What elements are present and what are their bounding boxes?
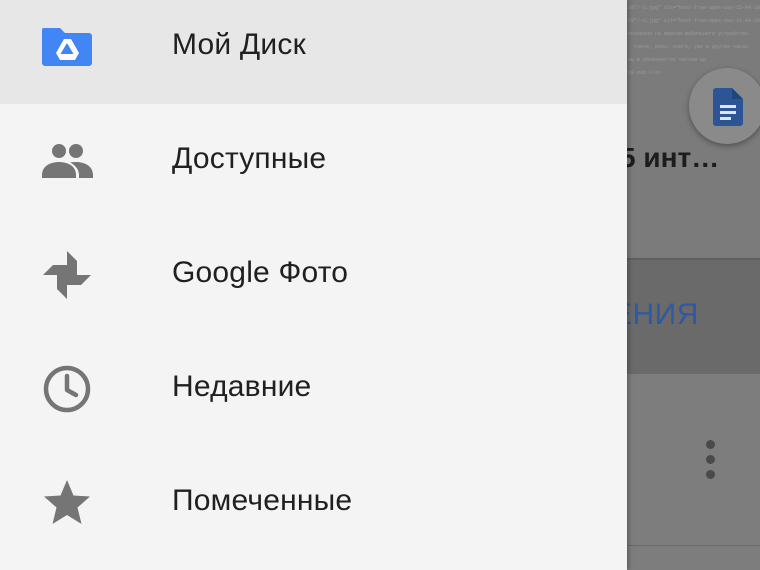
- code-line: - гиене, ролл, книги, уже в других часах: [628, 44, 749, 50]
- code-line: основано на версии мобильного устройства…: [628, 31, 752, 37]
- star-icon: [44, 480, 90, 524]
- code-line: 20"/-6.jpg" alt="best-free-apps-day-15-0…: [628, 18, 760, 24]
- drawer-item-label: Недавние: [172, 370, 312, 403]
- code-line: ны в облачностях числом ца: [628, 57, 707, 63]
- divider: [627, 545, 760, 546]
- document-icon: [713, 88, 743, 126]
- drawer-item-shared[interactable]: Доступные: [0, 104, 627, 218]
- navigation-drawer: Мой Диск Доступные Google Фото Недавние: [0, 0, 627, 570]
- shared-people-icon: [42, 144, 93, 178]
- google-photos-icon: [43, 251, 91, 299]
- file-list-area: [627, 374, 760, 570]
- drawer-item-label: Мой Диск: [172, 28, 306, 61]
- drawer-item-google-photos[interactable]: Google Фото: [0, 218, 627, 332]
- document-title: 5 инт…: [620, 142, 720, 173]
- drawer-item-recent[interactable]: Недавние: [0, 332, 627, 446]
- my-drive-icon: [41, 28, 92, 66]
- code-line: 20"/-5.jpg" alt="best-free-apps-day-15-0…: [628, 5, 760, 11]
- clock-icon: [43, 365, 91, 413]
- drawer-item-label: Доступные: [172, 142, 327, 175]
- document-fab[interactable]: [689, 68, 760, 144]
- drawer-item-label: Google Фото: [172, 256, 349, 289]
- drawer-item-label: Помеченные: [172, 484, 353, 517]
- drawer-item-starred[interactable]: Помеченные: [0, 446, 627, 560]
- more-vert-icon[interactable]: [703, 440, 717, 484]
- drawer-item-my-drive[interactable]: Мой Диск: [0, 0, 627, 104]
